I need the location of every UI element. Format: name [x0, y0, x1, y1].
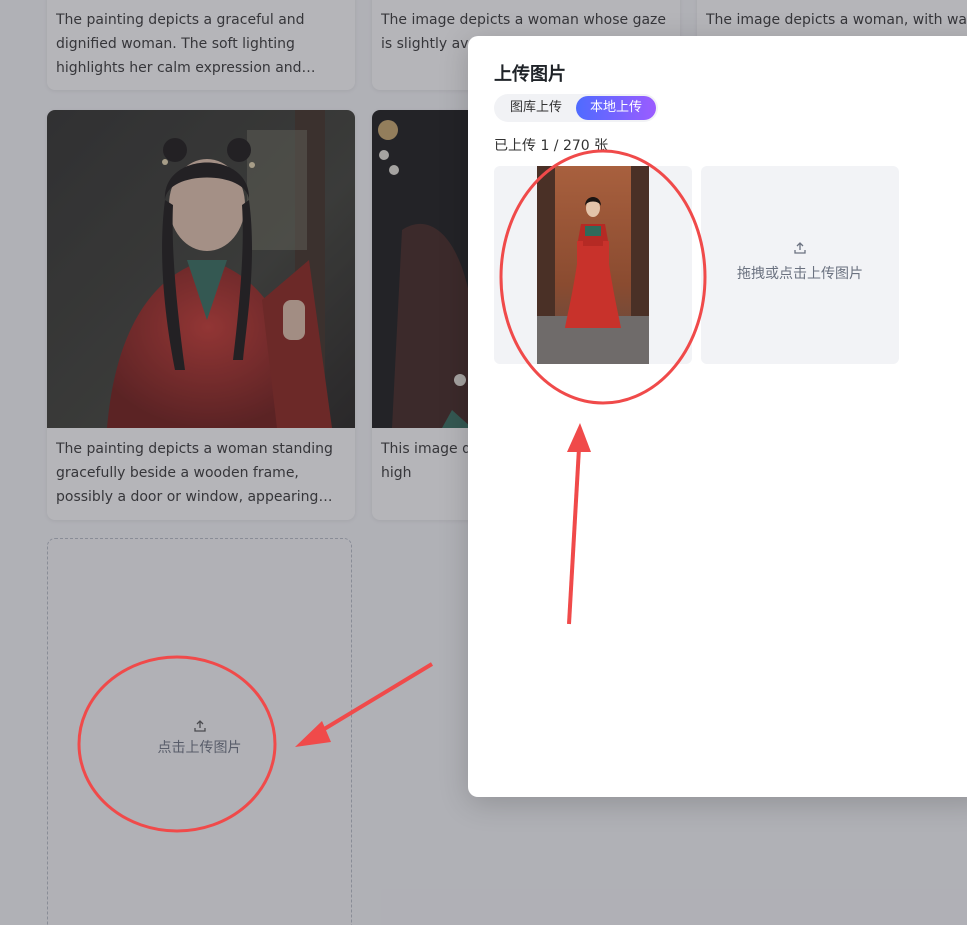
- dropzone-label: 拖拽或点击上传图片: [737, 266, 863, 282]
- uploaded-image-thumb[interactable]: [494, 166, 692, 364]
- tab-gallery-upload[interactable]: 图库上传: [496, 96, 576, 120]
- uploaded-image: [537, 166, 649, 364]
- modal-title: 上传图片: [494, 64, 566, 85]
- dropzone-content: 拖拽或点击上传图片: [701, 241, 899, 283]
- local-dropzone[interactable]: 拖拽或点击上传图片: [701, 166, 899, 364]
- page: The painting depicts a graceful and dign…: [0, 0, 967, 925]
- upload-source-tabs: 图库上传 本地上传: [494, 94, 659, 122]
- tab-local-upload[interactable]: 本地上传: [576, 96, 657, 120]
- uploaded-count: 已上传 1 / 270 张: [494, 138, 609, 154]
- upload-modal: 上传图片 图库上传 本地上传 已上传 1 / 270 张 拖拽或点击上传图片: [468, 36, 967, 797]
- upload-icon: [794, 242, 806, 254]
